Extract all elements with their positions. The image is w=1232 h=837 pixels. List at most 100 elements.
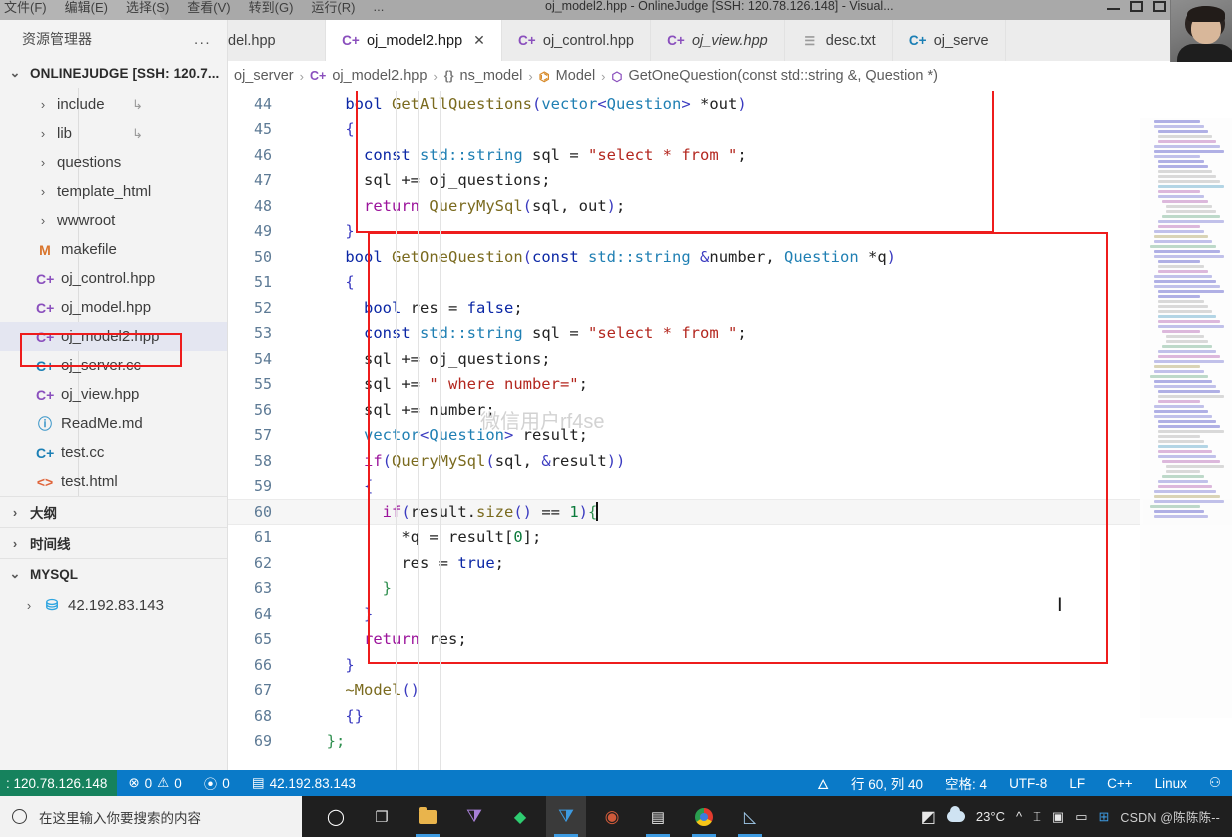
tray-app-icon[interactable]: ◩ <box>921 807 936 827</box>
breadcrumb-item-namespace[interactable]: ns_model <box>460 68 523 84</box>
tab-oj-control-hpp[interactable]: C+ oj_control.hpp <box>501 20 651 61</box>
chevron-right-icon[interactable]: › <box>22 598 36 613</box>
workspace-root[interactable]: ⌄ ONLINEJUDGE [SSH: 120.7... <box>0 58 227 88</box>
sourcetree-icon[interactable]: ◆ <box>500 796 540 837</box>
vscode-icon[interactable]: ⧩ <box>546 796 586 837</box>
chevron-right-icon[interactable]: › <box>36 213 50 228</box>
input-method-icon[interactable]: ⊞ <box>1098 809 1109 825</box>
code-line[interactable]: 56 sql += number; <box>228 397 1232 423</box>
menu-item-view[interactable]: 查看(V) <box>187 0 230 16</box>
sidebar-section-mysql[interactable]: ⌄ MYSQL <box>0 558 227 589</box>
menu-item-more[interactable]: ... <box>373 0 384 14</box>
breadcrumb-item-folder[interactable]: oj_server <box>234 68 294 84</box>
tab-oj-server[interactable]: C+ oj_serve <box>892 20 1006 61</box>
code-line[interactable]: 55 sql += " where number="; <box>228 372 1232 398</box>
tab-close-icon[interactable]: ✕ <box>473 32 485 49</box>
code-line[interactable]: 69 }; <box>228 729 1232 755</box>
chevron-right-icon[interactable]: › <box>36 184 50 199</box>
chrome-icon[interactable] <box>684 796 724 837</box>
breadcrumb[interactable]: oj_server › C+ oj_model2.hpp › {} ns_mod… <box>228 61 1232 91</box>
minimize-icon[interactable] <box>1106 3 1120 10</box>
tree-item-wwwroot[interactable]: › wwwroot <box>0 206 227 235</box>
breadcrumb-item-class[interactable]: Model <box>556 68 596 84</box>
chevron-right-icon[interactable]: › <box>36 155 50 170</box>
task-view-icon[interactable]: ❐ <box>362 796 402 837</box>
chevron-right-icon[interactable]: › <box>8 536 22 551</box>
tree-item-test-cc[interactable]: C+ test.cc <box>0 438 227 467</box>
tree-item-oj-model2-hpp[interactable]: C+ oj_model2.hpp <box>0 322 227 351</box>
code-line[interactable]: 53 const std::string sql = "select * fro… <box>228 321 1232 347</box>
code-line[interactable]: 44 bool GetAllQuestions(vector<Question>… <box>228 91 1232 117</box>
chevron-down-icon[interactable]: ⌄ <box>8 65 22 81</box>
code-line[interactable]: 59 { <box>228 474 1232 500</box>
close-icon[interactable] <box>1152 0 1166 12</box>
minimap[interactable] <box>1140 118 1232 718</box>
mysql-connection-item[interactable]: › ⛁ 42.192.83.143 <box>0 589 227 621</box>
status-indentation[interactable]: 空格: 4 <box>934 773 998 793</box>
menu-item-file[interactable]: 文件(F) <box>4 0 47 16</box>
code-line[interactable]: 46 const std::string sql = "select * fro… <box>228 142 1232 168</box>
menu-item-run[interactable]: 运行(R) <box>311 0 355 16</box>
code-line[interactable]: 47 sql += oj_questions; <box>228 168 1232 194</box>
code-line[interactable]: 58 if(QueryMySql(sql, &result)) <box>228 448 1232 474</box>
menu-item-goto[interactable]: 转到(G) <box>249 0 294 16</box>
code-line[interactable]: 52 bool res = false; <box>228 295 1232 321</box>
maximize-icon[interactable] <box>1129 0 1143 12</box>
code-line[interactable]: 51 { <box>228 270 1232 296</box>
app-icon[interactable]: ◺ <box>730 796 770 837</box>
code-line[interactable]: 62 res = true; <box>228 550 1232 576</box>
status-ports[interactable]: ⦿ 0 <box>193 773 241 793</box>
screenshot-icon[interactable]: ▣ <box>1052 809 1064 825</box>
tree-item-template-html[interactable]: › template_html <box>0 177 227 206</box>
weather-icon[interactable] <box>946 806 965 822</box>
status-cursor-position[interactable]: 行 60, 列 40 <box>840 773 934 793</box>
snail-icon[interactable]: ◉ <box>592 796 632 837</box>
code-line[interactable]: 61 *q = result[0]; <box>228 525 1232 551</box>
tree-item-makefile[interactable]: M makefile <box>0 235 227 264</box>
visual-studio-icon[interactable]: ⧩ <box>454 796 494 837</box>
sidebar-section-outline[interactable]: › 大纲 <box>0 496 227 527</box>
status-eol[interactable]: LF <box>1058 776 1096 791</box>
code-line[interactable]: 65 return res; <box>228 627 1232 653</box>
code-line[interactable]: 63 } <box>228 576 1232 602</box>
tree-item-oj-view-hpp[interactable]: C+ oj_view.hpp <box>0 380 227 409</box>
explorer-more-icon[interactable]: ... <box>194 31 211 48</box>
network-icon[interactable]: ▭ <box>1075 809 1087 825</box>
chevron-down-icon[interactable]: ⌄ <box>8 566 22 582</box>
tab-desc-txt[interactable]: ☰ desc.txt <box>784 20 893 61</box>
tab-oj-view-hpp[interactable]: C+ oj_view.hpp <box>650 20 785 61</box>
tree-item-readme-md[interactable]: ⓘ ReadMe.md <box>0 409 227 438</box>
status-problems[interactable]: ⊗ 0 ⚠ 0 <box>117 775 192 791</box>
usb-icon[interactable]: ⌶ <box>1033 809 1041 825</box>
code-line[interactable]: 48 return QueryMySql(sql, out); <box>228 193 1232 219</box>
tree-item-test-html[interactable]: <> test.html <box>0 467 227 496</box>
breadcrumb-item-method[interactable]: GetOneQuestion(const std::string &, Ques… <box>628 68 937 84</box>
typora-icon[interactable]: ▤ <box>638 796 678 837</box>
tree-item-include[interactable]: › include ↳ <box>0 90 227 119</box>
code-line[interactable]: 49 } <box>228 219 1232 245</box>
tree-item-oj-model-hpp[interactable]: C+ oj_model.hpp <box>0 293 227 322</box>
tree-item-questions[interactable]: › questions <box>0 148 227 177</box>
code-line[interactable]: 54 sql += oj_questions; <box>228 346 1232 372</box>
tree-item-oj-server-cc[interactable]: C+ oj_server.cc <box>0 351 227 380</box>
cortana-icon[interactable]: ◯ <box>316 796 356 837</box>
breadcrumb-item-file[interactable]: oj_model2.hpp <box>332 68 427 84</box>
status-mysql[interactable]: ▤ 42.192.83.143 <box>241 775 367 791</box>
status-encoding[interactable]: UTF-8 <box>998 776 1058 791</box>
code-line[interactable]: 66 } <box>228 652 1232 678</box>
tray-expand-icon[interactable]: ^ <box>1016 809 1022 824</box>
taskbar-search[interactable]: 在这里输入你要搜索的内容 <box>0 796 302 837</box>
sidebar-section-timeline[interactable]: › 时间线 <box>0 527 227 558</box>
menu-item-select[interactable]: 选择(S) <box>126 0 169 16</box>
code-line[interactable]: 67 ~Model() <box>228 678 1232 704</box>
code-line[interactable]: 45 { <box>228 117 1232 143</box>
menu-bar[interactable]: 文件(F) 编辑(E) 选择(S) 查看(V) 转到(G) 运行(R) ... <box>0 0 384 18</box>
status-account[interactable]: ⚇ <box>1198 775 1232 791</box>
status-flame[interactable]: 🜂 <box>806 769 840 797</box>
code-line[interactable]: 60 if(result.size() == 1){ <box>228 499 1232 525</box>
code-editor[interactable]: 44 bool GetAllQuestions(vector<Question>… <box>228 91 1232 770</box>
status-platform[interactable]: Linux <box>1144 776 1198 791</box>
code-line[interactable]: 68 {} <box>228 703 1232 729</box>
file-explorer-icon[interactable] <box>408 796 448 837</box>
chevron-right-icon[interactable]: › <box>36 126 50 141</box>
